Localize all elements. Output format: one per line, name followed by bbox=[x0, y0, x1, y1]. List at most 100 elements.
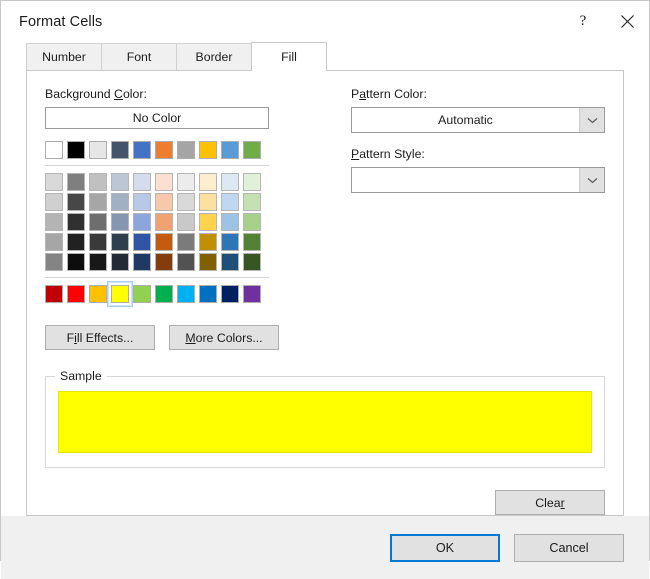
standard-color-swatch[interactable] bbox=[67, 285, 85, 303]
tab-border[interactable]: Border bbox=[176, 43, 252, 70]
theme-color-swatch[interactable] bbox=[155, 141, 173, 159]
theme-variation-swatch[interactable] bbox=[221, 173, 239, 191]
theme-variation-swatch[interactable] bbox=[243, 253, 261, 271]
theme-variation-swatch[interactable] bbox=[111, 173, 129, 191]
swatch-fill bbox=[67, 285, 85, 303]
theme-variation-swatch[interactable] bbox=[89, 173, 107, 191]
tab-font[interactable]: Font bbox=[101, 43, 177, 70]
fill-effects-button[interactable]: Fill Effects... bbox=[45, 325, 155, 350]
theme-variation-swatch[interactable] bbox=[199, 233, 217, 251]
standard-colors-row bbox=[45, 285, 269, 303]
theme-variation-swatch[interactable] bbox=[45, 193, 63, 211]
theme-color-swatch[interactable] bbox=[111, 141, 129, 159]
theme-variation-swatch[interactable] bbox=[89, 233, 107, 251]
standard-color-swatch[interactable] bbox=[177, 285, 195, 303]
theme-variation-swatch[interactable] bbox=[155, 173, 173, 191]
theme-variation-swatch[interactable] bbox=[243, 233, 261, 251]
theme-color-swatch[interactable] bbox=[67, 141, 85, 159]
tab-number[interactable]: Number bbox=[26, 43, 102, 70]
pattern-style-arrow[interactable] bbox=[579, 168, 604, 192]
standard-color-swatch[interactable] bbox=[243, 285, 261, 303]
cancel-button[interactable]: Cancel bbox=[514, 534, 624, 562]
theme-variation-swatch[interactable] bbox=[243, 173, 261, 191]
theme-variation-swatch[interactable] bbox=[133, 233, 151, 251]
palette-separator-bottom bbox=[45, 277, 269, 278]
theme-variation-swatch[interactable] bbox=[111, 193, 129, 211]
theme-variation-swatch[interactable] bbox=[177, 213, 195, 231]
theme-variation-swatch[interactable] bbox=[199, 193, 217, 211]
pattern-color-arrow[interactable] bbox=[579, 108, 604, 132]
theme-variation-swatch[interactable] bbox=[45, 213, 63, 231]
theme-variation-swatch[interactable] bbox=[177, 253, 195, 271]
theme-variation-swatch[interactable] bbox=[89, 193, 107, 211]
theme-color-swatch[interactable] bbox=[199, 141, 217, 159]
theme-variation-swatch[interactable] bbox=[199, 213, 217, 231]
theme-variation-swatch[interactable] bbox=[199, 173, 217, 191]
theme-variation-swatch[interactable] bbox=[221, 233, 239, 251]
theme-variation-swatch[interactable] bbox=[67, 213, 85, 231]
theme-variation-swatch[interactable] bbox=[199, 253, 217, 271]
dialog-footer: OK Cancel bbox=[1, 516, 649, 579]
theme-variation-swatch[interactable] bbox=[177, 173, 195, 191]
theme-variation-swatch[interactable] bbox=[177, 233, 195, 251]
theme-color-swatch[interactable] bbox=[243, 141, 261, 159]
clear-row: Clear bbox=[45, 490, 605, 515]
theme-variation-swatch[interactable] bbox=[89, 213, 107, 231]
theme-variation-swatch[interactable] bbox=[111, 213, 129, 231]
standard-color-swatch[interactable] bbox=[155, 285, 173, 303]
theme-color-swatch[interactable] bbox=[133, 141, 151, 159]
theme-variation-swatch[interactable] bbox=[67, 253, 85, 271]
theme-color-swatch[interactable] bbox=[45, 141, 63, 159]
theme-variation-swatch[interactable] bbox=[243, 213, 261, 231]
standard-color-swatch[interactable] bbox=[221, 285, 239, 303]
theme-variation-swatch[interactable] bbox=[67, 233, 85, 251]
theme-variation-swatch[interactable] bbox=[155, 233, 173, 251]
theme-variation-swatch[interactable] bbox=[45, 173, 63, 191]
tab-strip: Number Font Border Fill bbox=[1, 42, 649, 70]
ok-button[interactable]: OK bbox=[390, 534, 500, 562]
theme-variation-swatch[interactable] bbox=[133, 213, 151, 231]
theme-variation-swatch[interactable] bbox=[221, 253, 239, 271]
clear-button[interactable]: Clear bbox=[495, 490, 605, 515]
theme-variation-swatch[interactable] bbox=[155, 193, 173, 211]
theme-variation-swatch[interactable] bbox=[155, 213, 173, 231]
more-colors-button[interactable]: More Colors... bbox=[169, 325, 279, 350]
theme-variation-swatch[interactable] bbox=[89, 253, 107, 271]
background-color-section: Background Color: No Color Fill Effects.… bbox=[45, 87, 329, 350]
theme-color-swatch[interactable] bbox=[177, 141, 195, 159]
swatch-fill bbox=[45, 285, 63, 303]
theme-variation-swatch[interactable] bbox=[177, 193, 195, 211]
theme-variation-swatch[interactable] bbox=[155, 253, 173, 271]
theme-variation-swatch[interactable] bbox=[67, 173, 85, 191]
color-palette bbox=[45, 141, 269, 303]
no-color-button[interactable]: No Color bbox=[45, 107, 269, 129]
theme-variation-swatch[interactable] bbox=[67, 193, 85, 211]
help-button[interactable]: ? bbox=[561, 2, 605, 42]
theme-variation-swatch[interactable] bbox=[111, 253, 129, 271]
theme-variation-swatch[interactable] bbox=[221, 193, 239, 211]
background-color-label: Background Color: bbox=[45, 87, 329, 101]
standard-color-swatch[interactable] bbox=[133, 285, 151, 303]
standard-color-swatch-selected[interactable] bbox=[111, 285, 129, 303]
swatch-fill bbox=[177, 285, 195, 303]
theme-variation-swatch[interactable] bbox=[45, 253, 63, 271]
pattern-style-label: Pattern Style: bbox=[351, 147, 605, 161]
theme-variation-row bbox=[45, 193, 269, 211]
theme-variation-swatch[interactable] bbox=[133, 173, 151, 191]
theme-color-swatch[interactable] bbox=[221, 141, 239, 159]
standard-color-swatch[interactable] bbox=[45, 285, 63, 303]
theme-color-swatch[interactable] bbox=[89, 141, 107, 159]
tab-fill[interactable]: Fill bbox=[251, 42, 327, 71]
theme-variation-swatch[interactable] bbox=[45, 233, 63, 251]
standard-color-swatch[interactable] bbox=[89, 285, 107, 303]
close-button[interactable] bbox=[605, 2, 649, 42]
pattern-style-dropdown[interactable] bbox=[351, 167, 605, 193]
theme-variation-swatch[interactable] bbox=[133, 253, 151, 271]
pattern-color-dropdown[interactable]: Automatic bbox=[351, 107, 605, 133]
theme-variation-swatch[interactable] bbox=[111, 233, 129, 251]
standard-color-swatch[interactable] bbox=[199, 285, 217, 303]
theme-variation-swatch[interactable] bbox=[133, 193, 151, 211]
theme-variation-swatch[interactable] bbox=[221, 213, 239, 231]
theme-variation-swatch[interactable] bbox=[243, 193, 261, 211]
chevron-down-icon bbox=[587, 177, 598, 184]
